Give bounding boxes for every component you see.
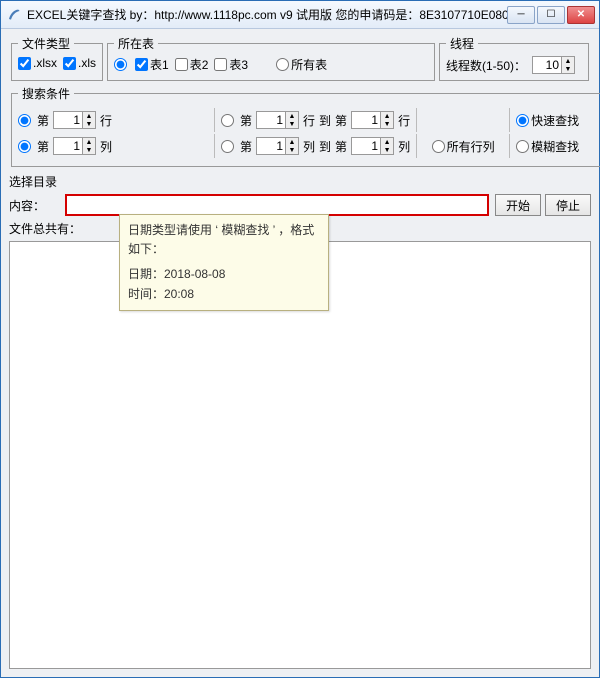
close-button[interactable]: ✕	[567, 6, 595, 24]
radio-row-range[interactable]	[221, 114, 236, 127]
window-controls: ─ ☐ ✕	[507, 6, 595, 24]
filetype-group: 文件类型 .xlsx .xls	[11, 35, 103, 81]
row-to-spin[interactable]: ▲▼	[351, 111, 394, 129]
radio-row-single[interactable]	[18, 114, 33, 127]
top-row: 文件类型 .xlsx .xls 所在表 表1 表2 表3 所有表 线程	[9, 33, 591, 83]
threads-spinner[interactable]: ▲▼	[532, 56, 575, 74]
window-title: EXCEL关键字查找 by：http://www.1118pc.com v9 试…	[27, 6, 507, 23]
app-window: EXCEL关键字查找 by：http://www.1118pc.com v9 试…	[0, 0, 600, 678]
search-row-2: 第 ▲▼ 列 第 ▲▼ 列 到 第 ▲▼ 列 所有行列	[18, 134, 600, 158]
file-count-label: 文件总共有：	[9, 220, 81, 237]
dir-label: 选择目录	[9, 173, 65, 190]
radio-fast[interactable]: 快速查找	[516, 112, 579, 129]
radio-allsheets[interactable]: 所有表	[276, 56, 327, 73]
tooltip-line2: 日期：2018-08-08	[128, 265, 320, 284]
tables-group: 所在表 表1 表2 表3 所有表	[107, 35, 435, 81]
row-from-spin[interactable]: ▲▼	[256, 111, 299, 129]
content-input[interactable]	[69, 198, 485, 212]
radio-sheets[interactable]	[114, 58, 129, 71]
search-row-1: 第 ▲▼ 行 第 ▲▼ 行 到 第 ▲▼ 行	[18, 108, 600, 132]
threads-input[interactable]	[533, 58, 561, 72]
row-single-spin[interactable]: ▲▼	[53, 111, 96, 129]
dir-row: 选择目录	[9, 173, 591, 190]
content-area: 文件类型 .xlsx .xls 所在表 表1 表2 表3 所有表 线程	[1, 29, 599, 677]
threads-legend: 线程	[446, 35, 478, 52]
col-single-spin[interactable]: ▲▼	[53, 137, 96, 155]
chk-t1[interactable]: 表1	[135, 56, 169, 73]
titlebar: EXCEL关键字查找 by：http://www.1118pc.com v9 试…	[1, 1, 599, 29]
threads-group: 线程 线程数(1-50)： ▲▼	[439, 35, 589, 81]
stop-button[interactable]: 停止	[545, 194, 591, 216]
radio-allrowcol[interactable]: 所有行列	[432, 138, 495, 155]
tooltip-line3: 时间：20:08	[128, 285, 320, 304]
tables-legend: 所在表	[114, 35, 158, 52]
chk-t2[interactable]: 表2	[175, 56, 209, 73]
threads-label: 线程数(1-50)：	[446, 57, 526, 74]
col-from-spin[interactable]: ▲▼	[256, 137, 299, 155]
chk-t3[interactable]: 表3	[214, 56, 248, 73]
radio-fuzzy[interactable]: 模糊查找	[516, 138, 579, 155]
tooltip: 日期类型请使用 ‘ 模糊查找 ’ ，格式如下： 日期：2018-08-08 时间…	[119, 214, 329, 311]
content-input-wrap	[65, 194, 489, 216]
app-icon	[5, 7, 21, 23]
content-row: 内容： 开始 停止	[9, 194, 591, 216]
radio-col-range[interactable]	[221, 140, 236, 153]
minimize-button[interactable]: ─	[507, 6, 535, 24]
start-button[interactable]: 开始	[495, 194, 541, 216]
content-label: 内容：	[9, 197, 65, 214]
col-to-spin[interactable]: ▲▼	[351, 137, 394, 155]
filetype-legend: 文件类型	[18, 35, 74, 52]
tooltip-line1: 日期类型请使用 ‘ 模糊查找 ’ ，格式如下：	[128, 221, 320, 259]
search-group: 搜索条件 第 ▲▼ 行 第 ▲▼ 行 到 第 ▲▼ 行	[11, 85, 600, 167]
chk-xls[interactable]: .xls	[63, 56, 96, 70]
search-legend: 搜索条件	[18, 85, 74, 102]
spin-down-icon[interactable]: ▼	[562, 65, 574, 73]
chk-xlsx[interactable]: .xlsx	[18, 56, 57, 70]
maximize-button[interactable]: ☐	[537, 6, 565, 24]
spin-up-icon[interactable]: ▲	[562, 57, 574, 65]
radio-col-single[interactable]	[18, 140, 33, 153]
